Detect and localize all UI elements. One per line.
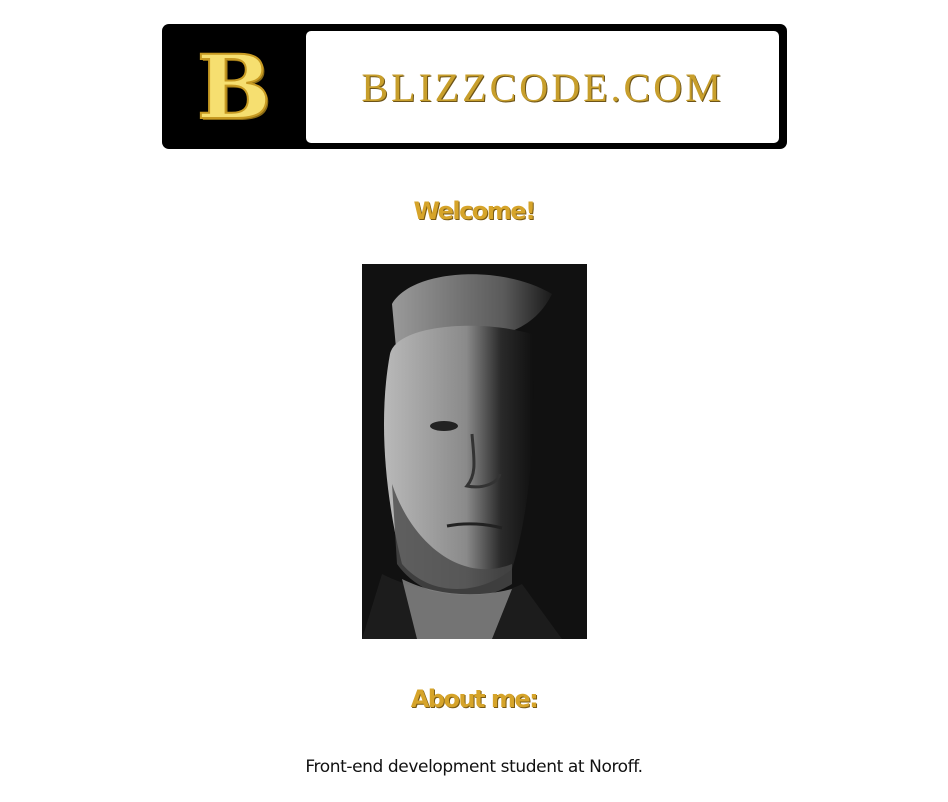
about-text: Front-end development student at Noroff.: [305, 757, 643, 777]
site-wordmark: BLIZZCODE.COM: [361, 64, 724, 110]
profile-photo-illustration: [362, 264, 587, 639]
welcome-heading: Welcome!: [413, 197, 536, 225]
about-heading: About me:: [410, 685, 539, 713]
profile-photo: [362, 264, 587, 639]
site-wordmark-box: BLIZZCODE.COM: [306, 31, 779, 143]
site-logo-letter: B: [196, 35, 272, 139]
